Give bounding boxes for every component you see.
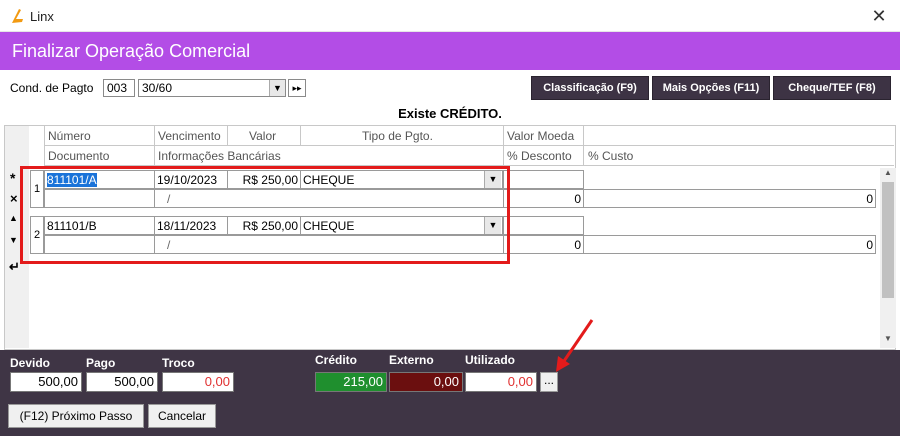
grid-scrollbar[interactable]: ▲ ▼ [880,168,896,348]
troco-label: Troco [162,356,195,370]
page-title: Finalizar Operação Comercial [12,41,251,61]
cancel-button[interactable]: Cancelar [148,404,216,428]
grid-col-divider [503,126,504,166]
grid-col-divider [227,126,228,146]
grid-col-divider [300,126,301,146]
scroll-down-icon[interactable]: ▼ [880,334,896,348]
red-arrow-annotation [556,319,594,372]
credito-label: Crédito [315,353,357,367]
grid-header-divider [44,145,894,146]
col-header-tipo-pgto: Tipo de Pgto. [362,129,433,143]
col-header-valor: Valor [249,129,277,143]
desconto-cell[interactable]: 0 [503,189,584,208]
devido-field: 500,00 [10,372,82,392]
credito-field: 215,00 [315,372,387,392]
cond-pagto-select[interactable]: 30/60 [138,79,286,97]
cond-pagto-value: 30/60 [142,81,173,95]
pago-field: 500,00 [86,372,158,392]
custo-cell[interactable]: 0 [583,189,876,208]
linx-logo-icon [12,9,23,23]
col-header-valor-moeda: Valor Moeda [507,129,575,143]
new-row-icon[interactable]: * [10,170,15,186]
window-titlebar: Linx ✕ [0,0,900,32]
return-icon[interactable]: ↵ [9,259,20,275]
mais-opcoes-button[interactable]: Mais Opções (F11) [652,76,770,100]
col-header-documento: Documento [48,149,110,163]
scroll-up-icon[interactable]: ▲ [880,168,896,182]
col-header-info-bancarias: Informações Bancárias [158,149,281,163]
cheque-tef-button[interactable]: Cheque/TEF (F8) [773,76,891,100]
move-down-icon[interactable]: ▼ [9,235,18,245]
dialog-header: Finalizar Operação Comercial [0,32,900,70]
scroll-thumb[interactable] [882,182,894,298]
credit-notice: Existe CRÉDITO. [398,106,502,121]
pago-label: Pago [86,356,116,370]
chevron-down-icon[interactable]: ▼ [269,80,285,96]
col-header-desconto: % Desconto [507,149,572,163]
col-header-numero: Número [48,129,91,143]
custo-cell[interactable]: 0 [583,235,876,254]
externo-field: 0,00 [389,372,463,392]
grid-col-divider [583,126,584,166]
delete-row-icon[interactable]: × [10,191,18,206]
classificacao-button[interactable]: Classificação (F9) [531,76,649,100]
grid-col-divider [44,126,45,166]
desconto-cell[interactable]: 0 [503,235,584,254]
col-header-custo: % Custo [588,149,634,163]
valor-moeda-cell[interactable] [503,216,584,235]
utilizado-field: 0,00 [465,372,537,392]
col-header-vencimento: Vencimento [158,129,221,143]
window-title: Linx [30,9,54,24]
next-step-button[interactable]: (F12) Próximo Passo [8,404,144,428]
highlight-annotation [20,166,510,264]
grid-col-divider [154,126,155,166]
close-icon[interactable]: ✕ [866,4,892,28]
devido-label: Devido [10,356,51,370]
troco-field: 0,00 [162,372,234,392]
valor-moeda-cell[interactable] [503,170,584,189]
cond-pagto-label: Cond. de Pagto [10,81,94,95]
move-up-icon[interactable]: ▲ [9,213,18,223]
next-step-icon[interactable]: ▸▸ [288,79,306,97]
utilizado-label: Utilizado [465,353,515,367]
externo-label: Externo [389,353,434,367]
cond-pagto-code-input[interactable]: 003 [103,79,135,97]
